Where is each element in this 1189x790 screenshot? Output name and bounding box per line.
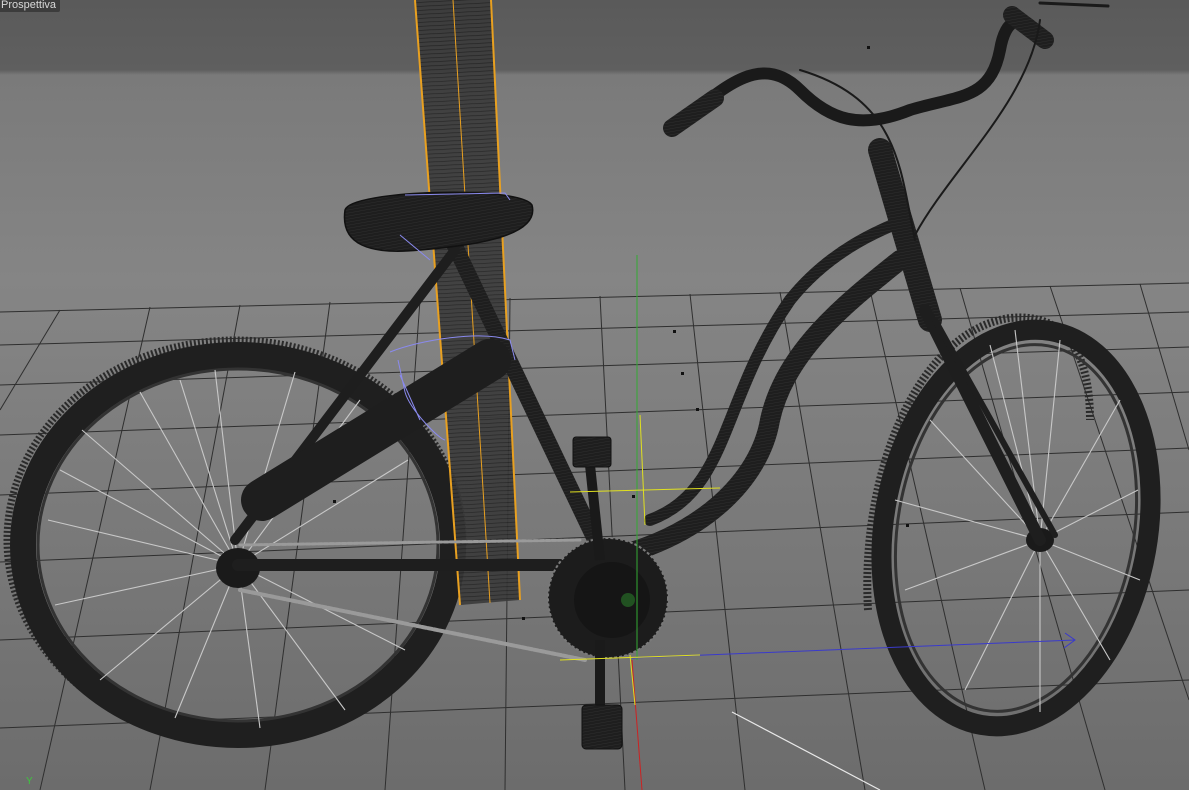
- axis-indicator-y: Y: [26, 776, 33, 787]
- viewport-camera-label[interactable]: Prospettiva: [0, 0, 61, 12]
- pedal-upper[interactable]: [572, 436, 612, 468]
- selected-post[interactable]: [414, 0, 521, 606]
- axis-z: [631, 659, 643, 790]
- scene-canvas[interactable]: [0, 0, 1189, 790]
- right-grip: [1003, 6, 1054, 49]
- head-tube: [868, 138, 942, 332]
- pedal-lower[interactable]: [581, 704, 623, 750]
- left-grip: [663, 89, 724, 137]
- perspective-viewport[interactable]: Prospettiva Y: [0, 0, 1189, 790]
- top-tube: [644, 214, 911, 526]
